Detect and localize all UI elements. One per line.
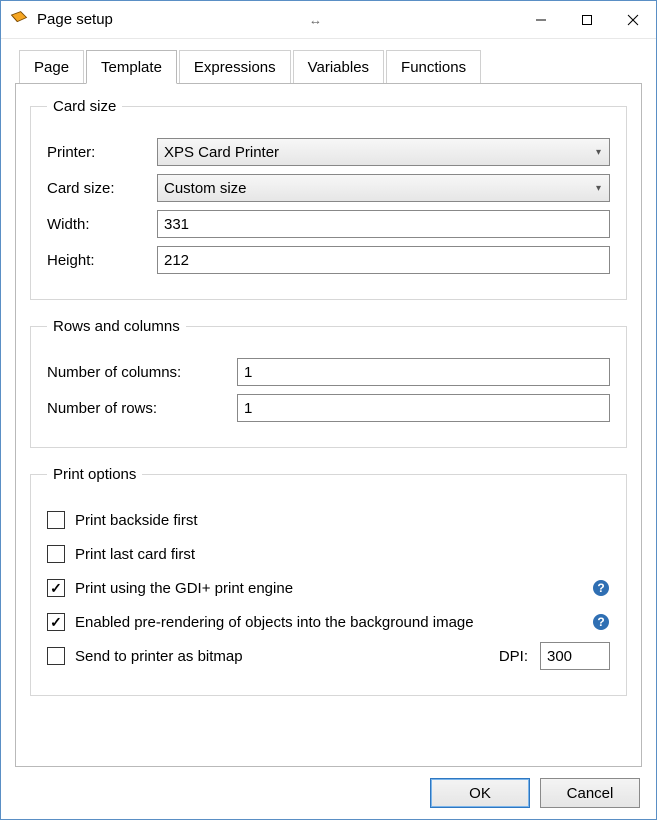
chevron-down-icon: ▾ xyxy=(596,147,601,158)
label-as-bitmap: Send to printer as bitmap xyxy=(75,648,243,665)
group-card-size: Card size Printer: XPS Card Printer ▾ Ca… xyxy=(30,98,627,300)
checkbox-last-card-first[interactable] xyxy=(47,545,65,563)
rows-label: Number of rows: xyxy=(47,400,237,417)
cancel-button[interactable]: Cancel xyxy=(540,778,640,808)
printer-select[interactable]: XPS Card Printer ▾ xyxy=(157,138,610,166)
close-button[interactable] xyxy=(610,1,656,38)
group-rows-columns: Rows and columns Number of columns: Numb… xyxy=(30,318,627,448)
window-controls xyxy=(518,1,656,38)
tab-page[interactable]: Page xyxy=(19,50,84,83)
dialog-footer: OK Cancel xyxy=(1,767,656,819)
height-input[interactable] xyxy=(157,246,610,274)
tab-strip: Page Template Expressions Variables Func… xyxy=(15,49,642,84)
checkbox-gdi-plus[interactable] xyxy=(47,579,65,597)
titlebar: Page setup ↔ xyxy=(1,1,656,39)
dpi-input[interactable] xyxy=(540,642,610,670)
label-last-card-first: Print last card first xyxy=(75,546,195,563)
checkbox-prerender[interactable] xyxy=(47,613,65,631)
help-icon[interactable]: ? xyxy=(592,613,610,631)
minimize-button[interactable] xyxy=(518,1,564,38)
tab-variables[interactable]: Variables xyxy=(293,50,384,83)
tab-functions[interactable]: Functions xyxy=(386,50,481,83)
group-print-options-legend: Print options xyxy=(47,466,142,483)
label-gdi-plus: Print using the GDI+ print engine xyxy=(75,580,293,597)
app-icon xyxy=(9,10,29,30)
chevron-down-icon: ▾ xyxy=(596,183,601,194)
tab-template[interactable]: Template xyxy=(86,50,177,84)
help-icon[interactable]: ? xyxy=(592,579,610,597)
ok-button[interactable]: OK xyxy=(430,778,530,808)
height-label: Height: xyxy=(47,252,157,269)
checkbox-backside-first[interactable] xyxy=(47,511,65,529)
printer-label: Printer: xyxy=(47,144,157,161)
printer-value: XPS Card Printer xyxy=(164,144,279,161)
window-title: Page setup xyxy=(37,11,113,28)
width-input[interactable] xyxy=(157,210,610,238)
label-prerender: Enabled pre-rendering of objects into th… xyxy=(75,614,474,631)
group-rows-columns-legend: Rows and columns xyxy=(47,318,186,335)
width-label: Width: xyxy=(47,216,157,233)
tab-template-pane: Card size Printer: XPS Card Printer ▾ Ca… xyxy=(15,84,642,767)
svg-text:?: ? xyxy=(597,615,604,629)
move-icon: ↔ xyxy=(309,12,322,27)
cardsize-value: Custom size xyxy=(164,180,247,197)
checkbox-as-bitmap[interactable] xyxy=(47,647,65,665)
cardsize-label: Card size: xyxy=(47,180,157,197)
label-backside-first: Print backside first xyxy=(75,512,198,529)
tab-expressions[interactable]: Expressions xyxy=(179,50,291,83)
rows-input[interactable] xyxy=(237,394,610,422)
dpi-label: DPI: xyxy=(499,648,528,665)
svg-text:?: ? xyxy=(597,581,604,595)
cols-label: Number of columns: xyxy=(47,364,237,381)
group-print-options: Print options Print backside first Print… xyxy=(30,466,627,696)
cols-input[interactable] xyxy=(237,358,610,386)
group-card-size-legend: Card size xyxy=(47,98,122,115)
client-area: Page Template Expressions Variables Func… xyxy=(1,39,656,767)
cardsize-select[interactable]: Custom size ▾ xyxy=(157,174,610,202)
maximize-button[interactable] xyxy=(564,1,610,38)
